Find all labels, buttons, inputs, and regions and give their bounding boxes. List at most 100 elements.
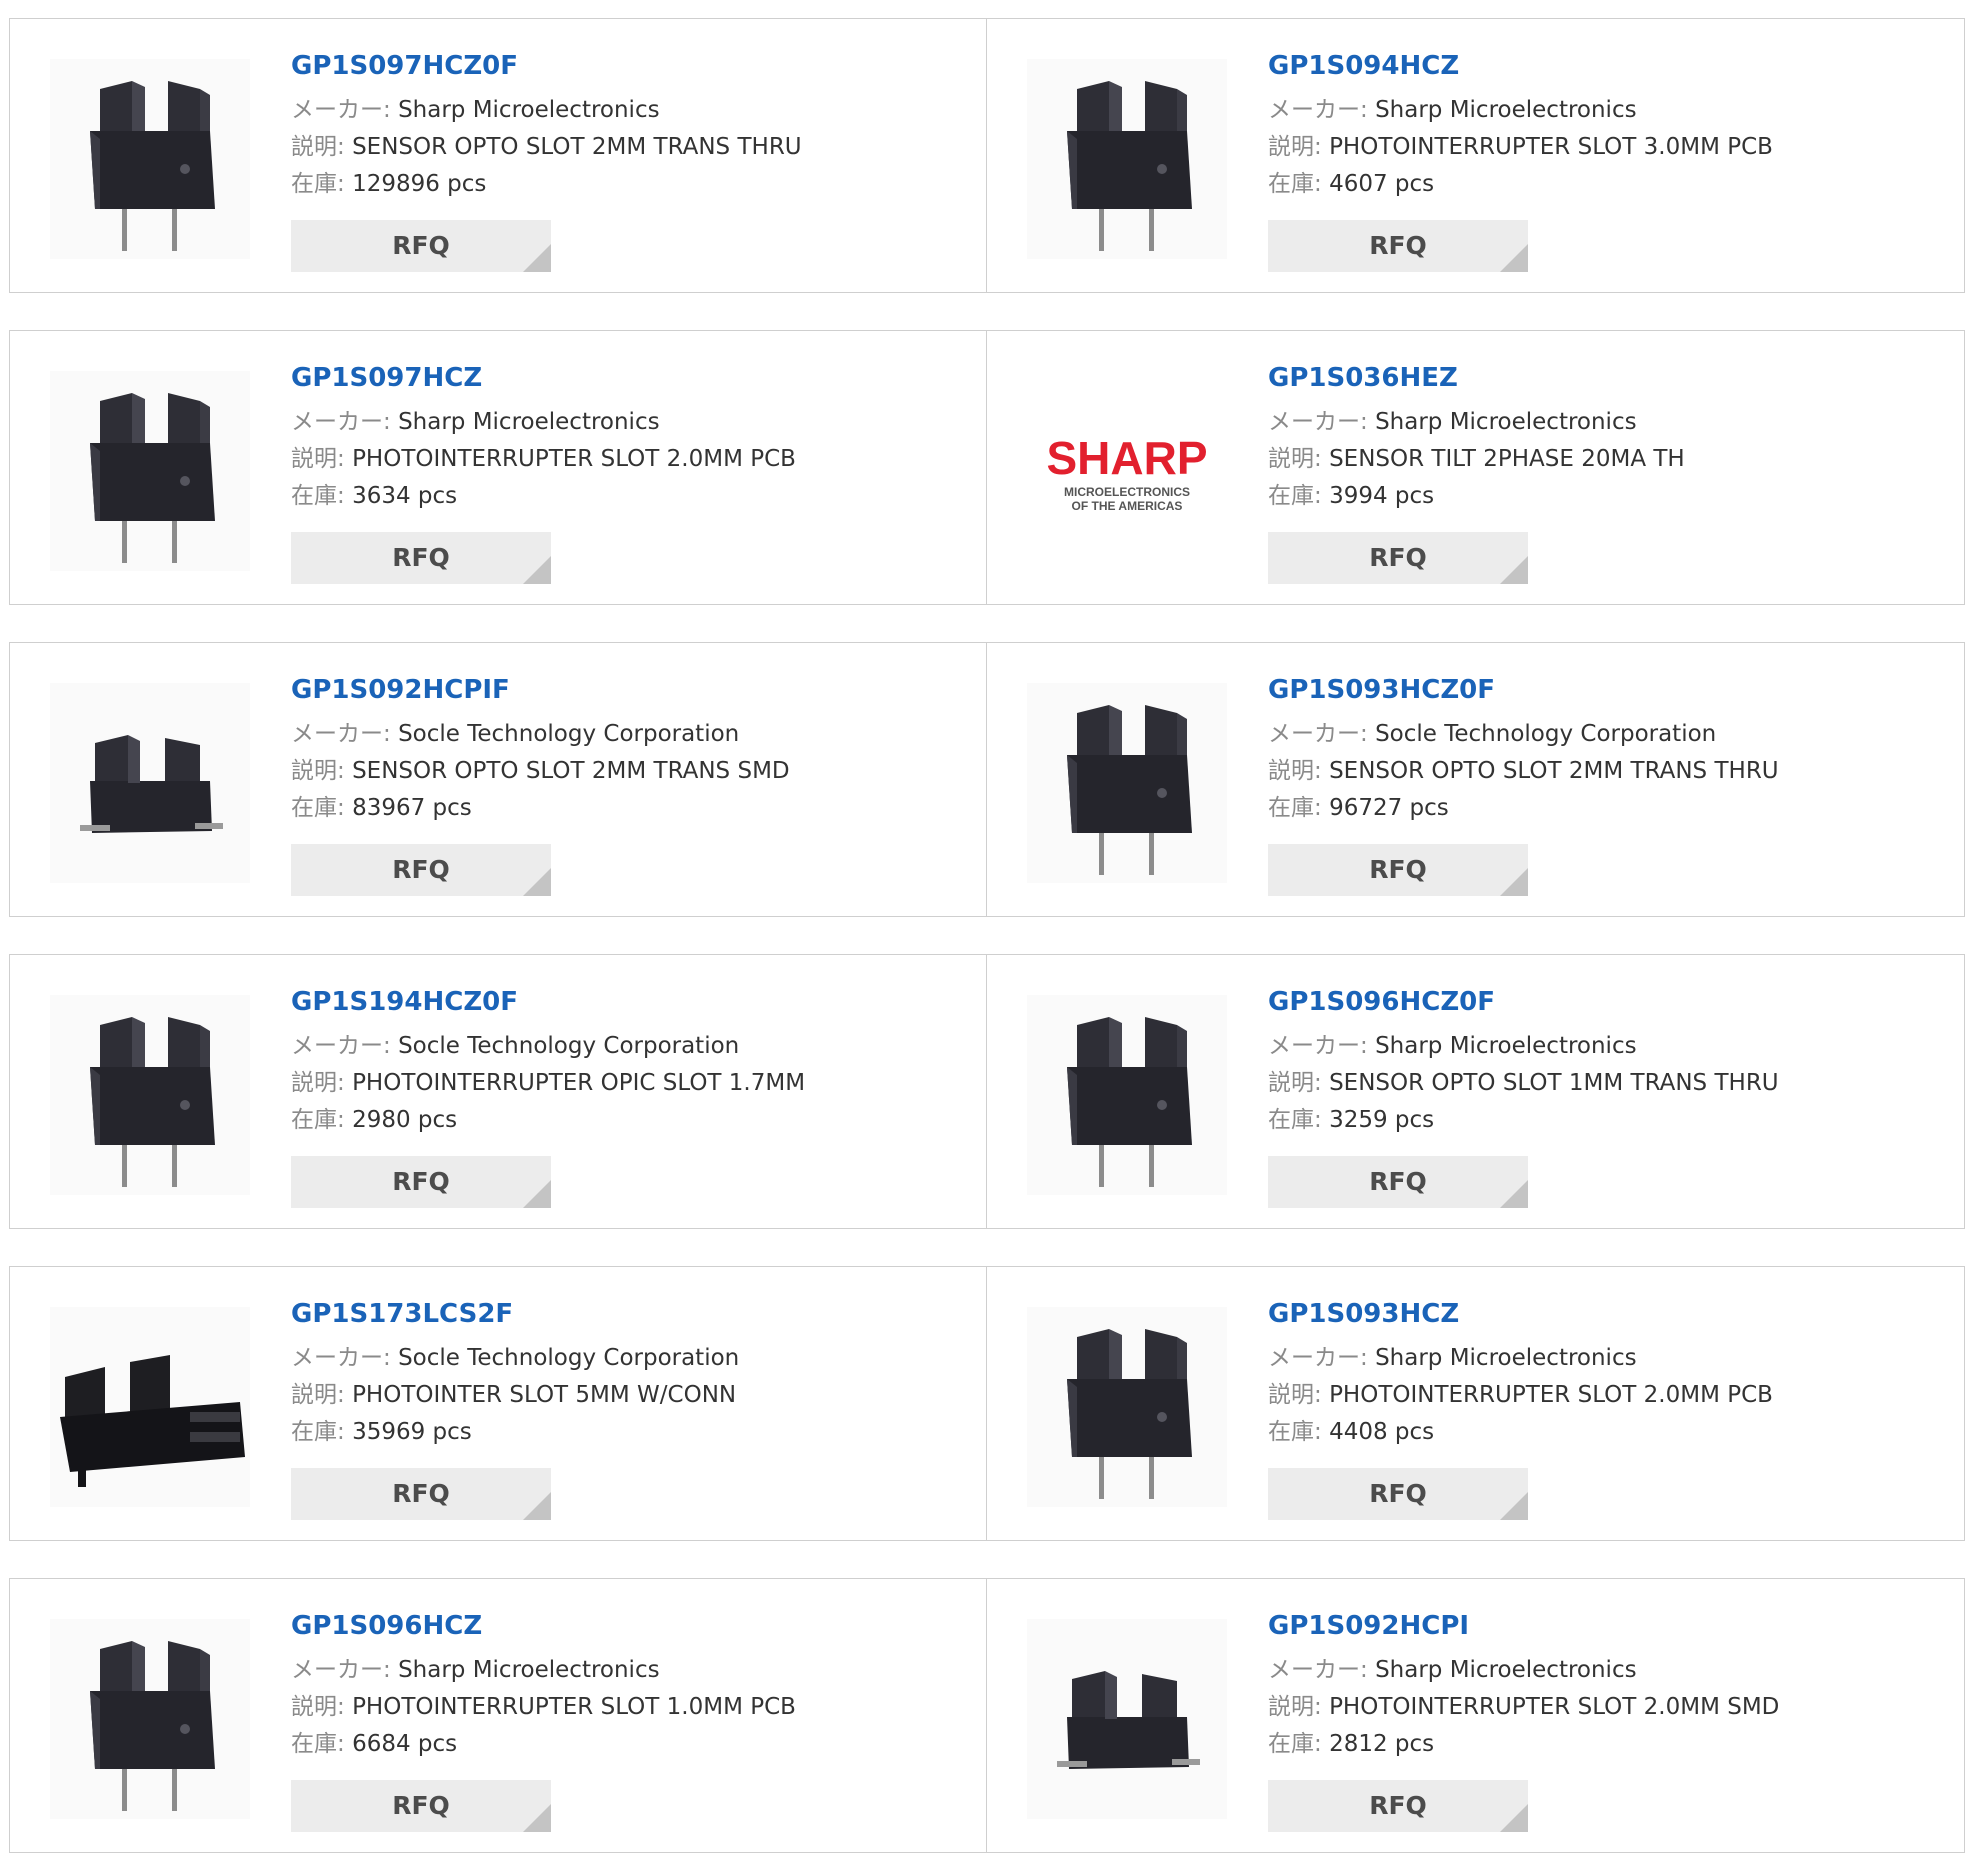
corner-triangle-icon [1500, 556, 1528, 584]
maker-row: メーカー: Socle Technology Corporation [291, 1028, 805, 1065]
part-number-link[interactable]: GP1S096HCZ0F [1268, 985, 1779, 1019]
product-info: GP1S097HCZ0F メーカー: Sharp Microelectronic… [291, 49, 802, 203]
product-info: GP1S092HCPI メーカー: Sharp Microelectronics… [1268, 1609, 1779, 1763]
product-image[interactable]: SHARP MICROELECTRONICS OF THE AMERICAS [1027, 371, 1227, 571]
rfq-button[interactable]: RFQ [291, 532, 551, 584]
stock-row: 在庫: 3994 pcs [1268, 478, 1685, 515]
maker-label: メーカー: [291, 1033, 391, 1059]
part-number-link[interactable]: GP1S173LCS2F [291, 1297, 739, 1331]
rfq-button[interactable]: RFQ [291, 1156, 551, 1208]
description-label: 説明: [291, 446, 345, 472]
part-number-link[interactable]: GP1S093HCZ0F [1268, 673, 1779, 707]
part-number-link[interactable]: GP1S092HCPIF [291, 673, 790, 707]
description-value: SENSOR TILT 2PHASE 20MA TH [1329, 446, 1685, 472]
stock-row: 在庫: 2980 pcs [291, 1102, 805, 1139]
product-image[interactable] [1027, 1307, 1227, 1507]
part-number-link[interactable]: GP1S097HCZ [291, 361, 796, 395]
rfq-button[interactable]: RFQ [1268, 1780, 1528, 1832]
rfq-button[interactable]: RFQ [291, 220, 551, 272]
description-label: 説明: [291, 134, 345, 160]
product-image[interactable] [50, 1307, 250, 1507]
photointerrupter-thru-hole-icon [50, 371, 250, 571]
rfq-button-label: RFQ [392, 543, 450, 572]
photointerrupter-smd-icon [1027, 1619, 1227, 1819]
maker-value: Socle Technology Corporation [1375, 721, 1717, 747]
rfq-button-label: RFQ [1369, 855, 1427, 884]
product-image[interactable] [1027, 1619, 1227, 1819]
maker-row: メーカー: Socle Technology Corporation [291, 716, 790, 753]
part-number-link[interactable]: GP1S036HEZ [1268, 361, 1685, 395]
photointerrupter-smd-icon [50, 683, 250, 883]
maker-value: Sharp Microelectronics [1375, 1033, 1637, 1059]
part-number-link[interactable]: GP1S097HCZ0F [291, 49, 802, 83]
stock-value: 2980 pcs [352, 1107, 458, 1133]
rfq-button[interactable]: RFQ [291, 1780, 551, 1832]
description-label: 説明: [291, 758, 345, 784]
maker-value: Socle Technology Corporation [398, 1345, 740, 1371]
maker-label: メーカー: [291, 409, 391, 435]
rfq-button[interactable]: RFQ [1268, 532, 1528, 584]
stock-value: 129896 pcs [352, 171, 487, 197]
description-label: 説明: [1268, 1070, 1322, 1096]
sharp-logo-line2: OF THE AMERICAS [1072, 499, 1183, 513]
product-image[interactable] [50, 995, 250, 1195]
rfq-button[interactable]: RFQ [1268, 844, 1528, 896]
maker-label: メーカー: [291, 1345, 391, 1371]
description-row: 説明: SENSOR OPTO SLOT 1MM TRANS THRU [1268, 1065, 1779, 1102]
rfq-button[interactable]: RFQ [291, 844, 551, 896]
corner-triangle-icon [523, 1180, 551, 1208]
product-image[interactable] [50, 59, 250, 259]
stock-label: 在庫: [1268, 1419, 1322, 1445]
rfq-button[interactable]: RFQ [291, 1468, 551, 1520]
stock-value: 83967 pcs [352, 795, 472, 821]
product-card: GP1S097HCZ メーカー: Sharp Microelectronics … [9, 330, 987, 605]
rfq-button[interactable]: RFQ [1268, 1468, 1528, 1520]
part-number-link[interactable]: GP1S096HCZ [291, 1609, 796, 1643]
description-value: SENSOR OPTO SLOT 2MM TRANS SMD [352, 758, 790, 784]
product-card: GP1S092HCPI メーカー: Sharp Microelectronics… [987, 1578, 1965, 1853]
part-number-link[interactable]: GP1S092HCPI [1268, 1609, 1779, 1643]
description-row: 説明: PHOTOINTERRUPTER SLOT 1.0MM PCB [291, 1689, 796, 1726]
sharp-logo-line1: MICROELECTRONICS [1064, 485, 1190, 499]
product-grid: GP1S097HCZ0F メーカー: Sharp Microelectronic… [9, 18, 1965, 1853]
product-image[interactable] [1027, 995, 1227, 1195]
maker-row: メーカー: Sharp Microelectronics [291, 92, 802, 129]
maker-value: Sharp Microelectronics [1375, 97, 1637, 123]
stock-row: 在庫: 3259 pcs [1268, 1102, 1779, 1139]
maker-value: Socle Technology Corporation [398, 1033, 740, 1059]
maker-value: Socle Technology Corporation [398, 721, 740, 747]
description-label: 説明: [1268, 758, 1322, 784]
product-image[interactable] [1027, 59, 1227, 259]
stock-label: 在庫: [291, 1419, 345, 1445]
product-image[interactable] [1027, 683, 1227, 883]
stock-value: 3259 pcs [1329, 1107, 1435, 1133]
part-number-link[interactable]: GP1S194HCZ0F [291, 985, 805, 1019]
stock-value: 3634 pcs [352, 483, 458, 509]
part-number-link[interactable]: GP1S094HCZ [1268, 49, 1773, 83]
maker-label: メーカー: [291, 97, 391, 123]
maker-row: メーカー: Sharp Microelectronics [1268, 1028, 1779, 1065]
description-row: 説明: SENSOR OPTO SLOT 2MM TRANS THRU [291, 129, 802, 166]
stock-label: 在庫: [1268, 795, 1322, 821]
description-value: SENSOR OPTO SLOT 1MM TRANS THRU [1329, 1070, 1779, 1096]
rfq-button-label: RFQ [392, 231, 450, 260]
stock-label: 在庫: [1268, 483, 1322, 509]
part-number-link[interactable]: GP1S093HCZ [1268, 1297, 1773, 1331]
product-image[interactable] [50, 1619, 250, 1819]
product-image[interactable] [50, 371, 250, 571]
corner-triangle-icon [523, 1804, 551, 1832]
product-info: GP1S092HCPIF メーカー: Socle Technology Corp… [291, 673, 790, 827]
description-value: PHOTOINTERRUPTER SLOT 3.0MM PCB [1329, 134, 1773, 160]
description-value: PHOTOINTERRUPTER SLOT 1.0MM PCB [352, 1694, 796, 1720]
rfq-button[interactable]: RFQ [1268, 1156, 1528, 1208]
maker-row: メーカー: Sharp Microelectronics [1268, 1340, 1773, 1377]
product-image[interactable] [50, 683, 250, 883]
rfq-button[interactable]: RFQ [1268, 220, 1528, 272]
photointerrupter-thru-hole-icon [50, 1619, 250, 1819]
product-info: GP1S097HCZ メーカー: Sharp Microelectronics … [291, 361, 796, 515]
stock-label: 在庫: [291, 1731, 345, 1757]
description-value: PHOTOINTERRUPTER SLOT 2.0MM SMD [1329, 1694, 1780, 1720]
maker-value: Sharp Microelectronics [1375, 409, 1637, 435]
sharp-logo-icon: SHARPMICROELECTRONICSOF THE AMERICAS [1046, 432, 1207, 513]
description-label: 説明: [291, 1070, 345, 1096]
